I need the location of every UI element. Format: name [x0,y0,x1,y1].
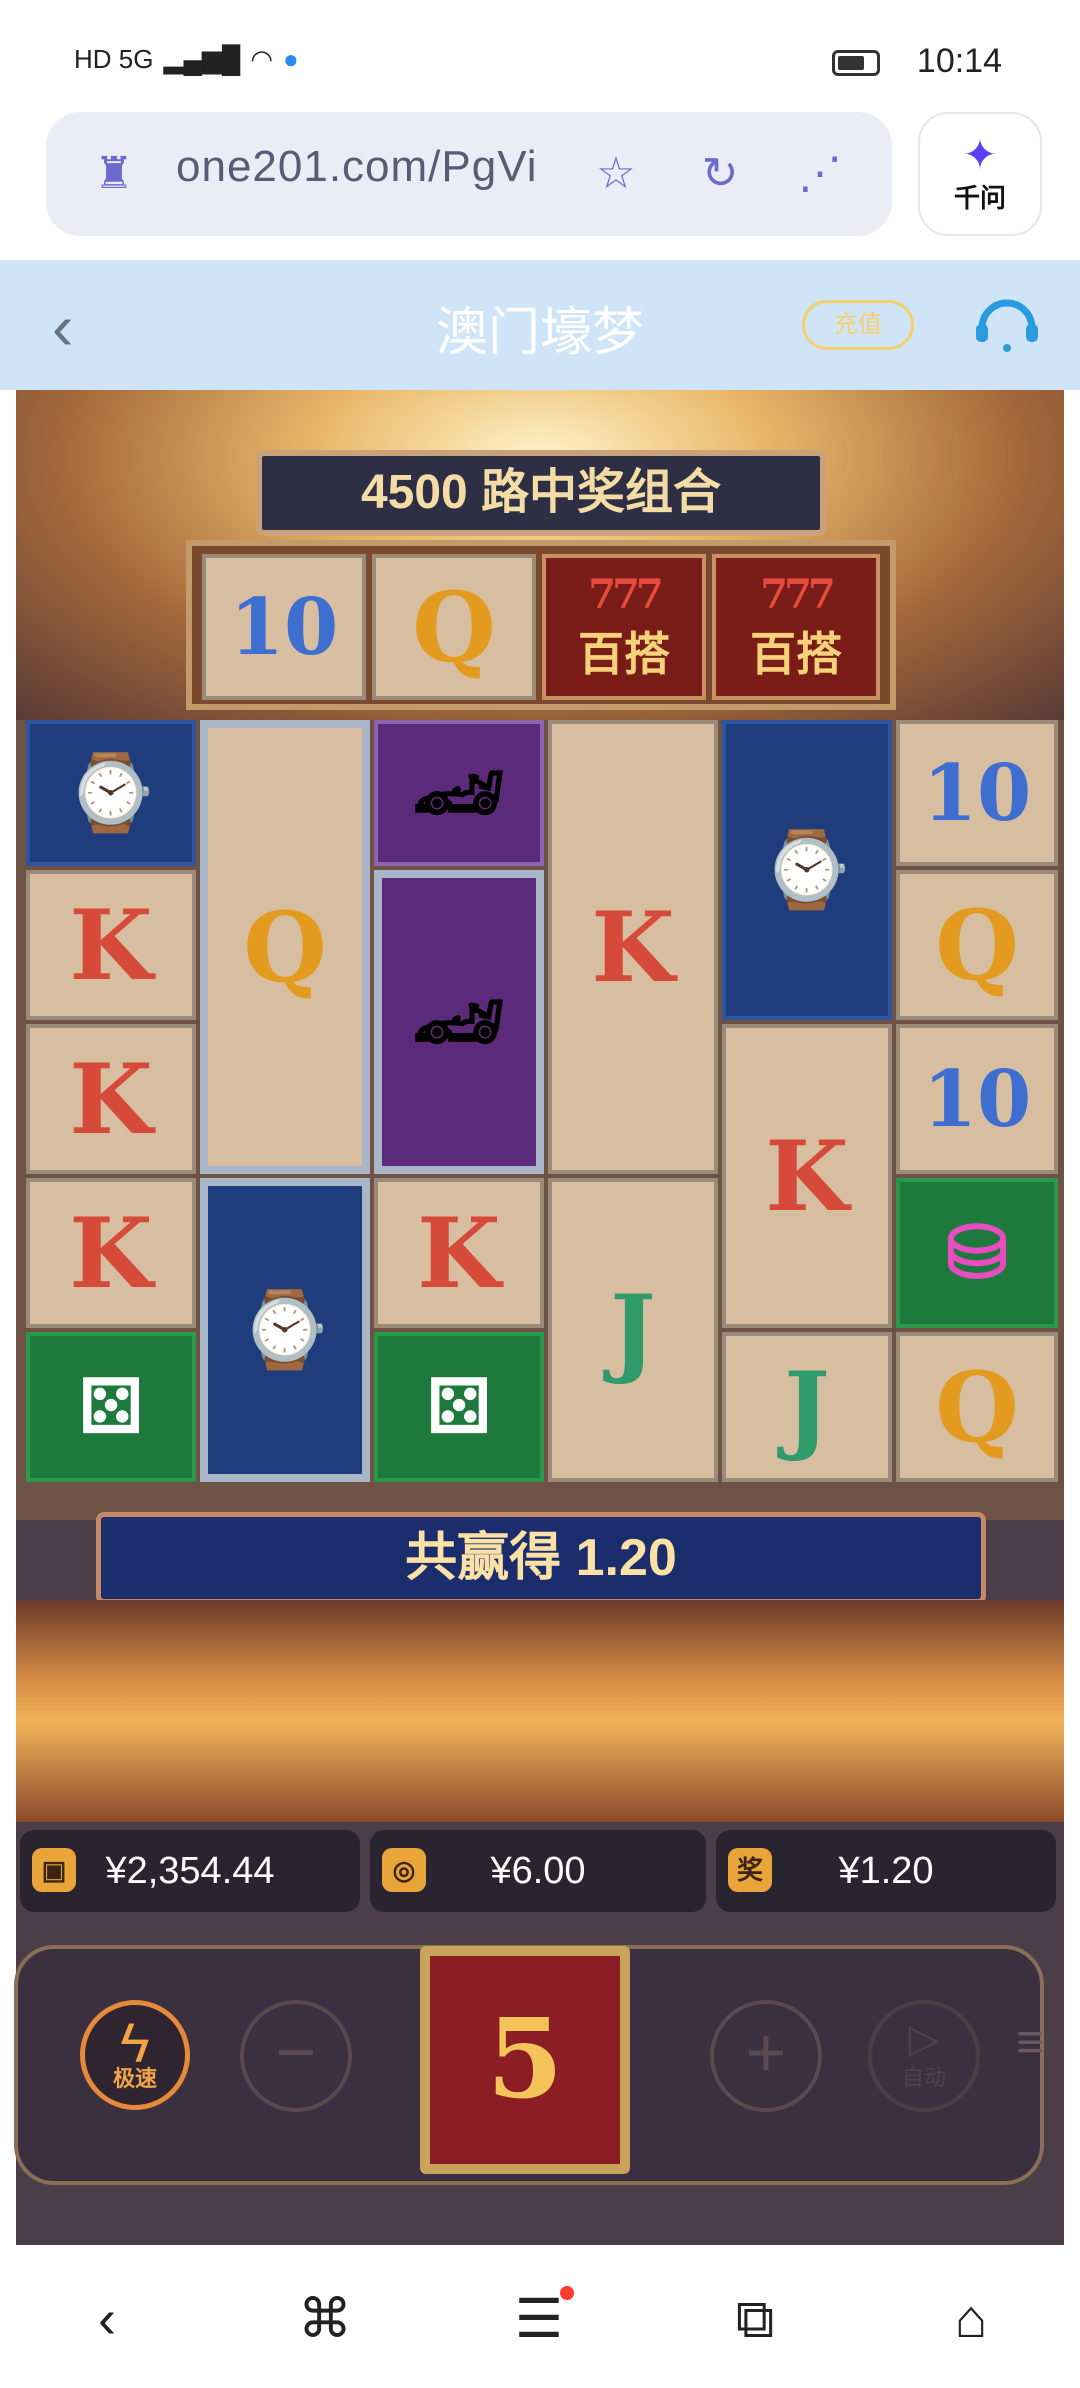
win-value: ¥1.20 [838,1850,934,1892]
symbol-k-tall: K [548,720,718,1174]
lightning-icon: ϟ [120,2011,150,2074]
symbol-car-icon: 🏎 [374,720,544,866]
casino-scene-image [16,1600,1064,1822]
nav-apps-icon[interactable]: ⌘ [290,2284,360,2354]
nav-home-icon[interactable]: ⌂ [936,2284,1006,2354]
symbol-k: K [26,870,196,1020]
play-icon: ▷ [908,2017,940,2061]
symbol-k: K [374,1178,544,1328]
spin-button[interactable]: 5 [420,1946,630,2174]
turbo-button[interactable]: ϟ 极速 [80,2000,190,2110]
symbol-j: J [722,1332,892,1482]
menu-icon[interactable]: ≡ [1016,2015,1044,2070]
symbol-wild: 777 百搭 [712,554,880,700]
wild-label: 百搭 [578,626,670,681]
symbol-q: Q [896,870,1058,1020]
customer-service-icon[interactable] [972,296,1042,354]
wild-777: 777 [588,570,663,618]
increase-bet-button[interactable]: + [710,2000,822,2112]
assistant-label: 千问 [953,183,1006,213]
assistant-logo-icon: ✦ [962,131,998,178]
balance-panel: ▣ ¥2,354.44 [20,1830,360,1912]
autoplay-button[interactable]: ▷ 自动 [868,2000,980,2112]
assistant-button[interactable]: ✦ 千问 [918,112,1042,236]
balance-value: ¥2,354.44 [105,1850,275,1892]
url-text[interactable]: one201.com/PgVi [176,142,538,192]
symbol-car-icon: 🏎 [374,870,544,1174]
status-indicators: HD 5G ▂▄▆█ ◠ ● [74,44,299,75]
battery-icon [832,50,880,76]
ways-banner: 4500 路中奖组合 [256,450,826,536]
clock: 10:14 [916,42,1002,80]
reel-grid: ⌚ K K K ⚄ Q ⌚ 🏎 🏎 K ⚄ K J ⌚ K J 10 Q 10 … [16,720,1064,1520]
wild-777: 777 [760,570,835,618]
symbol-j-tall: J [548,1178,718,1482]
notification-dot [560,2286,574,2300]
symbol-k: K [26,1178,196,1328]
recharge-button[interactable]: 充值 [802,300,914,350]
bet-value: ¥6.00 [490,1850,586,1892]
nav-tabs-icon[interactable]: ⧉ [720,2284,790,2354]
nav-back-icon[interactable]: ‹ [72,2284,142,2354]
symbol-watch-icon: ⌚ [200,1178,370,1482]
win-panel: 奖 ¥1.20 [716,1830,1056,1912]
refresh-icon[interactable]: ↻ [692,146,748,202]
symbol-dice-icon: ⚄ [26,1332,196,1482]
bookmark-star-icon[interactable]: ☆ [588,146,644,202]
autoplay-label: 自动 [901,2065,946,2090]
app-notification-icon: ● [283,44,299,74]
wifi-icon: ◠ [250,44,273,74]
symbol-q: Q [896,1332,1058,1482]
address-bar[interactable]: ♜ one201.com/PgVi ☆ ↻ ⋰ [46,112,892,236]
symbol-dice-icon: ⚄ [374,1332,544,1482]
symbol-10: 10 [202,554,366,700]
symbol-watch-icon: ⌚ [722,720,892,1020]
stats-bar: ▣ ¥2,354.44 ◎ ¥6.00 奖 ¥1.20 [16,1830,1064,1914]
bet-panel: ◎ ¥6.00 [370,1830,706,1912]
signal-icon: ▂▄▆█ [163,44,241,74]
site-shield-icon[interactable]: ♜ [86,146,142,202]
symbol-q-tall: Q [200,720,370,1174]
share-icon[interactable]: ⋰ [792,146,848,202]
top-reel: 10 Q 777 百搭 777 百搭 [186,540,896,710]
decrease-bet-button[interactable]: − [240,2000,352,2112]
symbol-10: 10 [896,720,1058,866]
symbol-10: 10 [896,1024,1058,1174]
wild-label: 百搭 [750,626,842,681]
browser-bottom-nav: ‹ ⌘ ☰ ⧉ ⌂ [0,2246,1080,2388]
symbol-watch-icon: ⌚ [26,720,196,866]
symbol-k-tall: K [722,1024,892,1328]
symbol-q: Q [372,554,536,700]
symbol-chips-icon: ⛁ [896,1178,1058,1328]
total-win-banner: 共赢得 1.20 [96,1512,986,1604]
symbol-k: K [26,1024,196,1174]
page-header: ‹ 澳门壕梦 充值 [0,260,1080,390]
turbo-label: 极速 [112,2066,157,2091]
status-bar: HD 5G ▂▄▆█ ◠ ● 10:14 [0,0,1080,110]
symbol-wild: 777 百搭 [542,554,706,700]
page-title: 澳门壕梦 [435,304,644,362]
network-indicator: HD 5G [74,44,154,74]
